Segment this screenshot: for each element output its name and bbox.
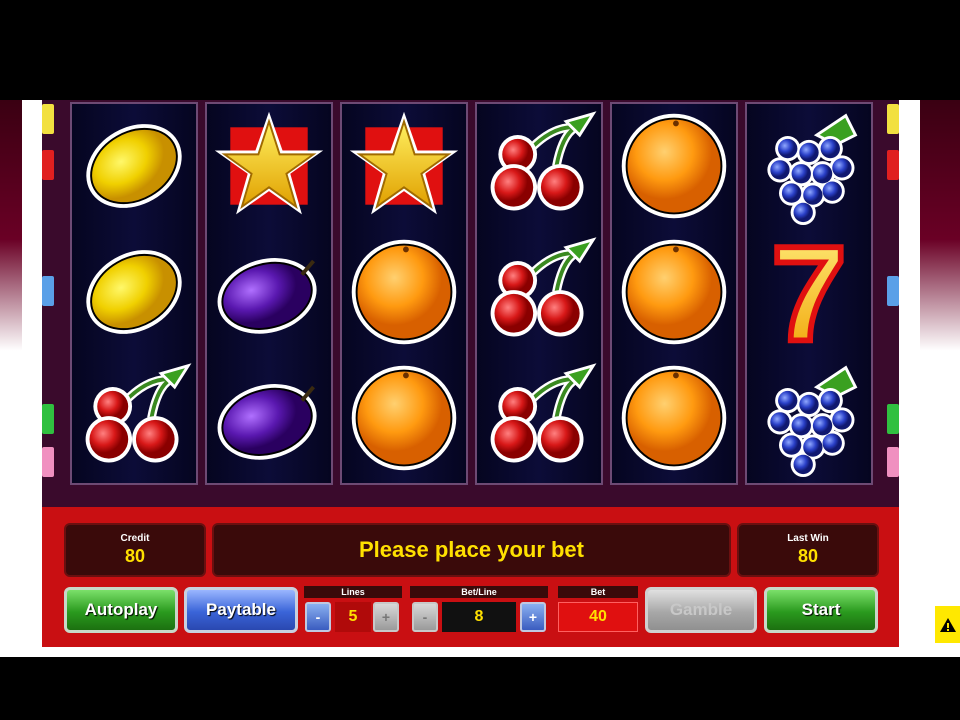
reel-4 [475, 102, 603, 485]
svg-text:7: 7 [771, 232, 846, 352]
start-button[interactable]: Start [764, 587, 878, 633]
credit-label: Credit [120, 533, 150, 544]
last-win-value: 80 [797, 546, 819, 566]
line-marker [42, 104, 54, 134]
lemon-icon [72, 104, 196, 228]
paytable-button[interactable]: Paytable [184, 587, 298, 633]
bet-value: 40 [558, 602, 638, 632]
warning-icon[interactable] [935, 606, 960, 643]
grapes-icon [747, 104, 871, 228]
reel-6: 7 [745, 102, 873, 485]
line-marker [42, 447, 54, 477]
slot-machine: 7 Credit 80 Please place your bet Last W… [42, 100, 899, 647]
orange-icon [342, 230, 466, 354]
line-marker [887, 104, 899, 134]
lines-label: Lines [304, 586, 402, 598]
grapes-icon [747, 356, 871, 480]
autoplay-button[interactable]: Autoplay [64, 587, 178, 633]
orange-icon [612, 356, 736, 480]
cherries-icon [477, 104, 601, 228]
lines-value: 5 [335, 602, 371, 632]
line-marker [887, 276, 899, 306]
cherries-icon [477, 356, 601, 480]
bet-line-plus-button[interactable]: + [520, 602, 546, 632]
bet-line-minus-button[interactable]: - [412, 602, 438, 632]
cherries-icon [72, 356, 196, 480]
lemon-icon [72, 230, 196, 354]
plum-icon [207, 230, 331, 354]
line-marker [887, 150, 899, 180]
top-letterbox [0, 0, 960, 100]
gamble-button[interactable]: Gamble [645, 587, 757, 633]
lines-plus-button[interactable]: + [373, 602, 399, 632]
bet-line-label: Bet/Line [410, 586, 548, 598]
status-message: Please place your bet [359, 537, 584, 562]
credit-value: 80 [124, 546, 146, 566]
credit-display: Credit 80 [64, 523, 206, 577]
bet-label: Bet [558, 586, 638, 598]
orange-icon [612, 104, 736, 228]
bet-line-value: 8 [442, 602, 516, 632]
orange-icon [612, 230, 736, 354]
star-icon [342, 104, 466, 228]
line-marker [42, 404, 54, 434]
line-marker [887, 404, 899, 434]
message-display: Please place your bet [212, 523, 731, 577]
line-marker [42, 276, 54, 306]
line-marker [42, 150, 54, 180]
orange-icon [342, 356, 466, 480]
last-win-display: Last Win 80 [737, 523, 879, 577]
reel-5 [610, 102, 738, 485]
seven-icon: 7 [747, 230, 871, 354]
plum-icon [207, 356, 331, 480]
bottom-letterbox [0, 657, 960, 720]
lines-minus-button[interactable]: - [305, 602, 331, 632]
reel-2 [205, 102, 333, 485]
left-backdrop [0, 100, 22, 657]
reel-1 [70, 102, 198, 485]
cherries-icon [477, 230, 601, 354]
line-marker [887, 447, 899, 477]
right-backdrop [920, 100, 960, 657]
reels-area: 7 [42, 100, 899, 507]
star-icon [207, 104, 331, 228]
last-win-label: Last Win [787, 533, 829, 544]
reel-3 [340, 102, 468, 485]
